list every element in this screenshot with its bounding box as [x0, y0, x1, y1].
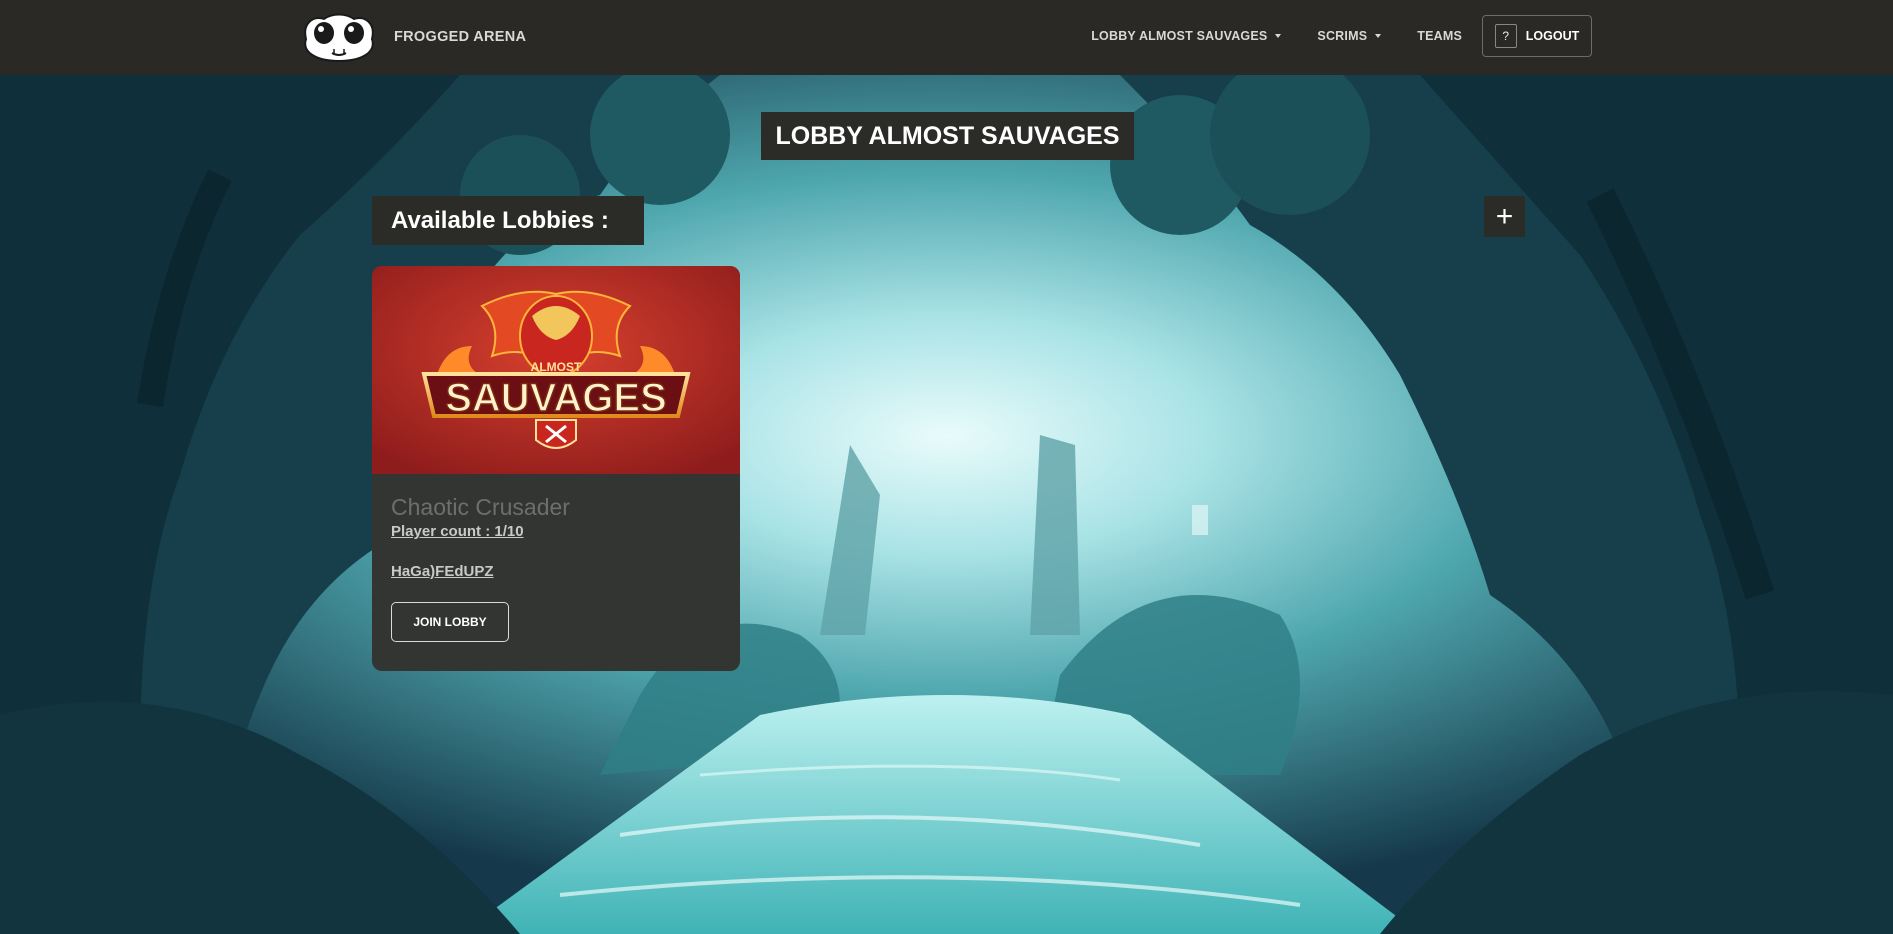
logout-label: LOGOUT: [1525, 29, 1580, 43]
lobby-card: ALMOST SAUVAGES Chaotic Crusader Player …: [372, 266, 740, 671]
logout-button[interactable]: ? LOGOUT: [1482, 15, 1592, 57]
nav-scrims-dropdown[interactable]: SCRIMS: [1317, 29, 1382, 43]
help-icon: ?: [1494, 24, 1517, 48]
nav-links: LOBBY ALMOST SAUVAGES SCRIMS TEAMS ? LOG…: [1055, 15, 1592, 57]
nav-lobby-dropdown[interactable]: LOBBY ALMOST SAUVAGES: [1091, 29, 1282, 43]
top-navbar: FROGGED ARENA LOBBY ALMOST SAUVAGES SCRI…: [0, 0, 1893, 75]
caret-down-icon: [1375, 34, 1382, 38]
player-count: Player count : 1/10: [391, 523, 524, 540]
nav-teams-label: TEAMS: [1417, 29, 1462, 43]
nav-scrims-label: SCRIMS: [1317, 29, 1368, 43]
brand[interactable]: FROGGED ARENA: [298, 9, 526, 65]
caret-down-icon: [1275, 34, 1282, 38]
section-title: Available Lobbies :: [372, 196, 644, 245]
lobby-card-body: Chaotic Crusader Player count : 1/10 HaG…: [372, 474, 740, 642]
brand-name: FROGGED ARENA: [394, 29, 527, 45]
jungle-background: [0, 75, 1893, 934]
team-logo-image: ALMOST SAUVAGES: [372, 266, 740, 474]
logo-top-text: ALMOST: [531, 360, 582, 374]
frog-logo-icon: [304, 13, 374, 63]
lobby-code: HaGa)FEdUPZ: [391, 563, 494, 580]
lobby-name: Chaotic Crusader: [391, 494, 570, 520]
logo-main-text: SAUVAGES: [445, 376, 667, 420]
page-title: LOBBY ALMOST SAUVAGES: [761, 112, 1134, 160]
join-lobby-button[interactable]: JOIN LOBBY: [391, 602, 509, 642]
nav-lobby-label: LOBBY ALMOST SAUVAGES: [1091, 29, 1268, 43]
nav-teams-link[interactable]: TEAMS: [1417, 29, 1462, 43]
add-lobby-button[interactable]: +: [1484, 196, 1525, 237]
